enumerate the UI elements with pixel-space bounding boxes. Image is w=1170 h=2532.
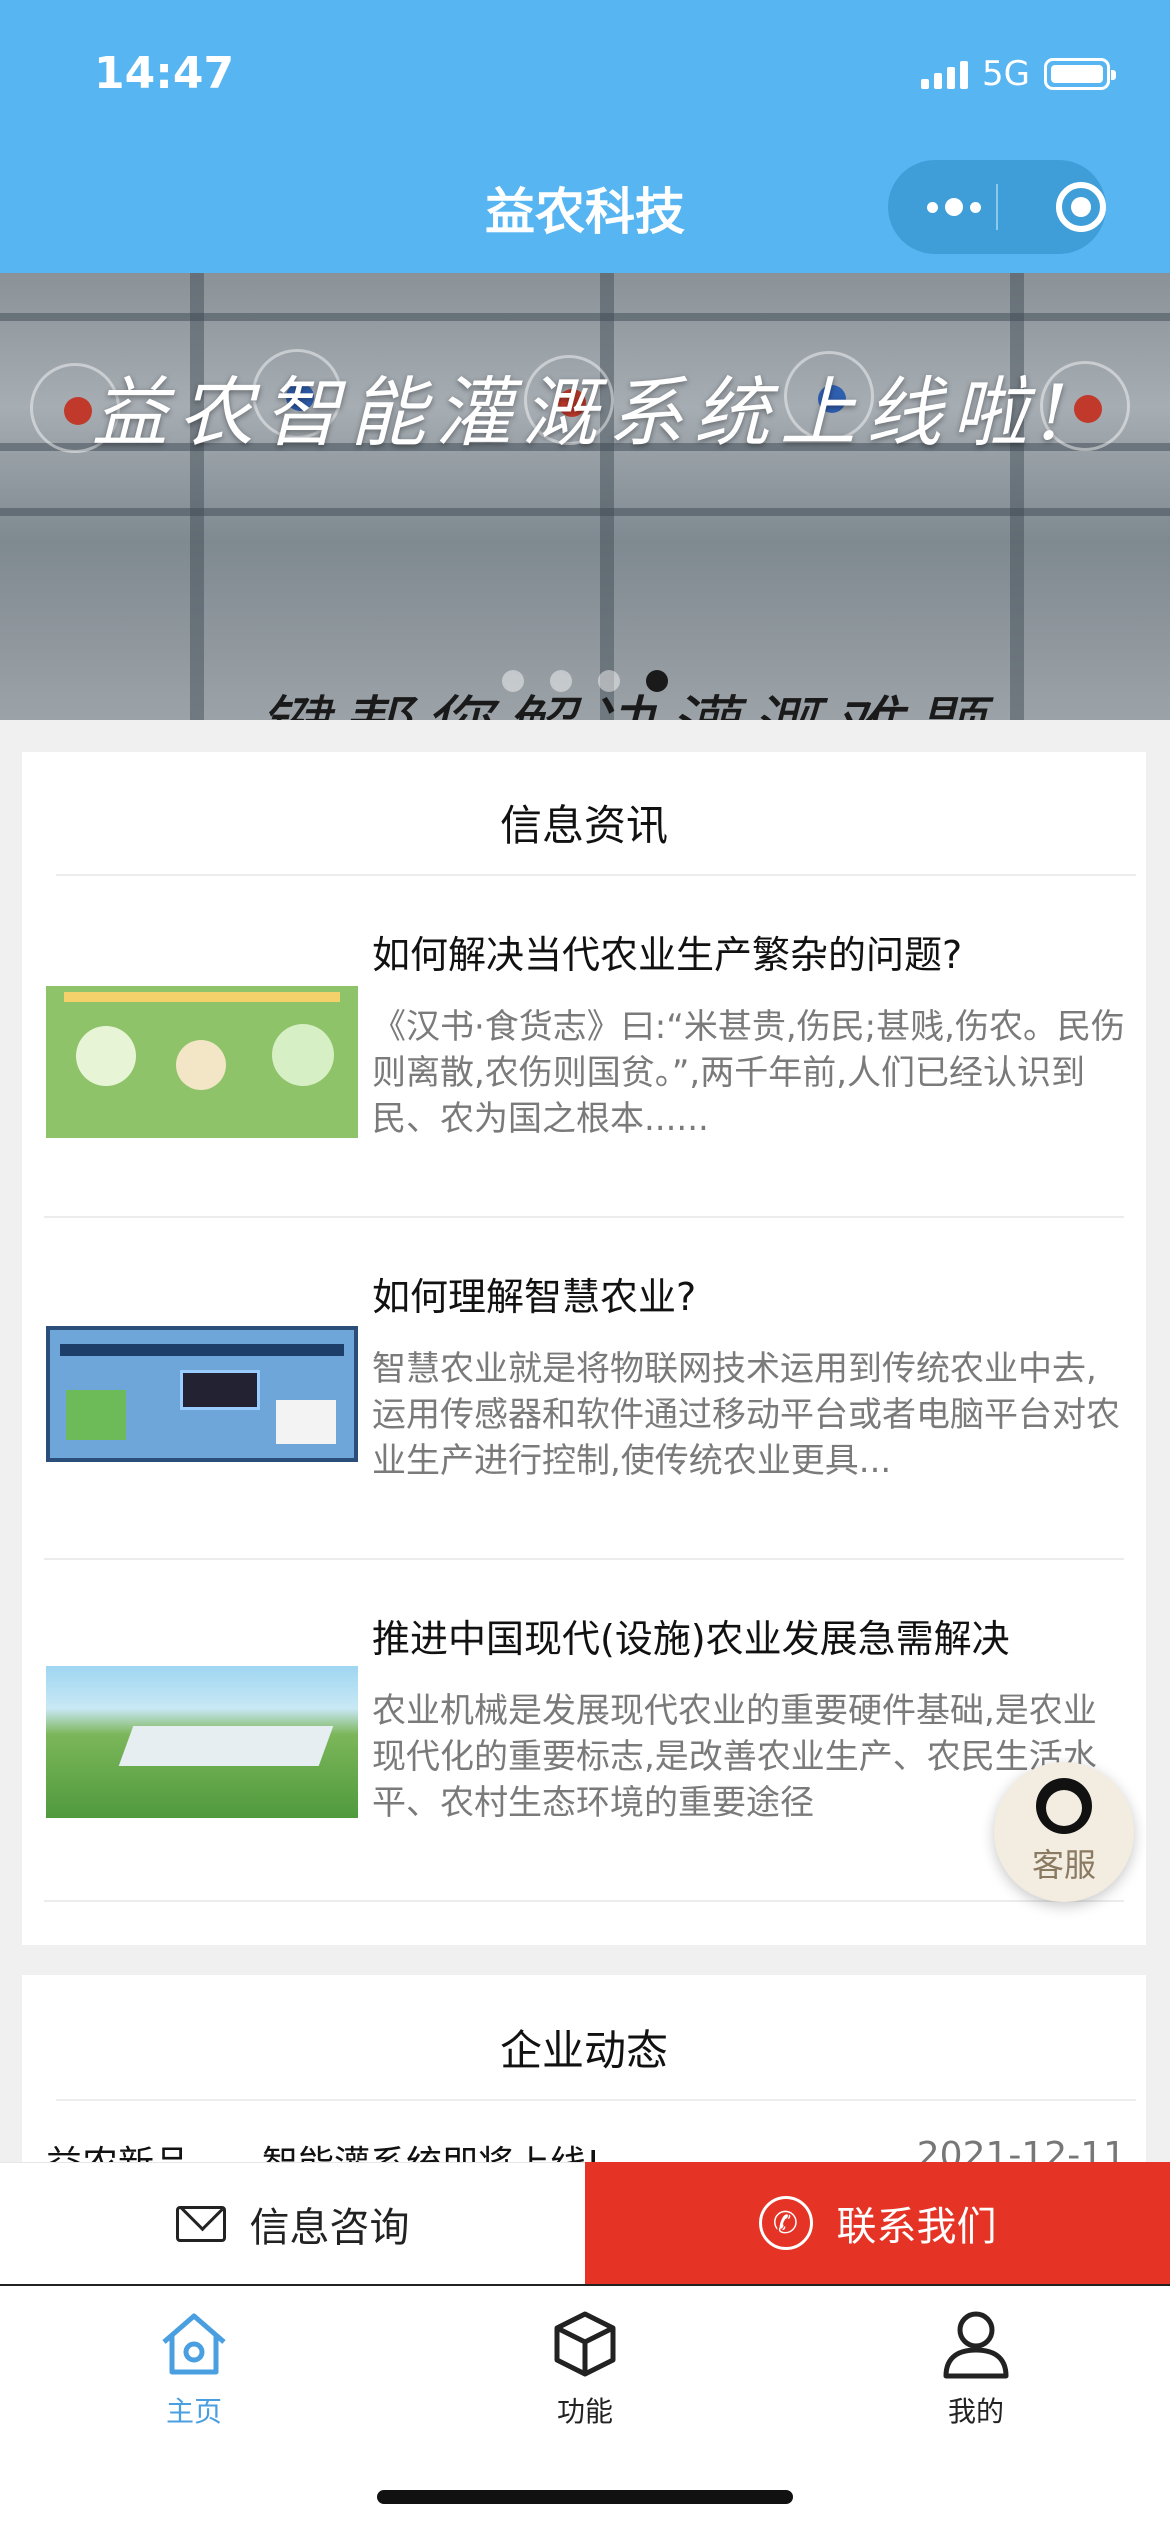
section-title: 信息资讯 [499,801,668,850]
tab-home[interactable]: 主页 [94,2298,294,2438]
news-title: 如何解决当代农业生产繁杂的问题? [372,933,963,977]
banner-carousel[interactable]: 益农智能灌溉系统上线啦! 一键帮您解决灌溉难题 [0,273,1170,720]
divider [56,2099,1136,2101]
signal-icon [921,59,969,89]
tab-function-label: 功能 [556,2395,613,2428]
inquiry-button[interactable]: 信息咨询 [0,2162,585,2284]
news-item[interactable]: 如何理解智慧农业? 智慧农业就是将物联网技术运用到传统农业中去,运用传感器和软件… [22,1218,1146,1560]
phone-icon: ✆ [758,2196,813,2250]
news-thumbnail [46,1666,358,1818]
divider [44,1900,1124,1902]
news-item[interactable]: 推进中国现代(设施)农业发展急需解决 农业机械是发展现代农业的重要硬件基础,是农… [22,1560,1146,1902]
top-bar: 14:47 5G 益农科技 [0,0,1170,273]
company-news-section: 企业动态 益农新品——智能灌系统即将上线! 2021-12-11 [22,1975,1146,2179]
cube-icon [554,2311,616,2377]
headset-icon [1036,1778,1092,1834]
action-bar: 信息咨询 ✆ 联系我们 [0,2162,1170,2284]
carousel-dot[interactable] [550,670,572,692]
tab-function[interactable]: 功能 [485,2298,685,2438]
status-indicators: 5G [921,54,1116,94]
tab-mine[interactable]: 我的 [876,2298,1076,2438]
miniprogram-capsule [888,160,1106,254]
news-thumbnail [46,986,358,1138]
carousel-dot-active[interactable] [646,670,668,692]
news-title: 如何理解智慧农业? [372,1275,697,1319]
news-section: 信息资讯 如何解决当代农业生产繁杂的问题? 《汉书·食货志》曰:“米甚贵,伤民;… [22,752,1146,1945]
carousel-dot[interactable] [598,670,620,692]
inquiry-label: 信息咨询 [249,2204,410,2251]
network-type: 5G [982,54,1030,94]
news-desc: 《汉书·食货志》曰:“米甚贵,伤民;甚贱,伤农。民伤则离散,农伤则国贫。”,两千… [372,1007,1125,1139]
contact-button[interactable]: ✆ 联系我们 [585,2162,1170,2284]
news-title: 推进中国现代(设施)农业发展急需解决 [372,1617,1010,1661]
mail-icon [175,2205,226,2242]
status-time: 14:47 [94,48,235,99]
news-thumbnail [46,1326,358,1462]
customer-service-button[interactable]: 客服 [994,1762,1134,1902]
tab-home-label: 主页 [165,2395,222,2428]
news-desc: 智慧农业就是将物联网技术运用到传统农业中去,运用传感器和软件通过移动平台或者电脑… [372,1349,1120,1481]
customer-service-label: 客服 [1031,1846,1096,1884]
home-icon [162,2313,226,2375]
banner-title: 益农智能灌溉系统上线啦! [91,368,1079,457]
carousel-dot[interactable] [502,670,524,692]
tab-mine-label: 我的 [947,2395,1004,2428]
battery-icon [1044,58,1116,90]
user-icon [943,2311,1009,2379]
home-indicator [377,2490,793,2504]
contact-label: 联系我们 [836,2204,997,2250]
more-icon[interactable] [924,160,984,254]
carousel-dots [0,670,1170,692]
section-title: 企业动态 [499,2026,668,2075]
capsule-divider [996,184,998,230]
close-target-icon[interactable] [1056,182,1106,232]
news-item[interactable]: 如何解决当代农业生产繁杂的问题? 《汉书·食货志》曰:“米甚贵,伤民;甚贱,伤农… [22,876,1146,1218]
